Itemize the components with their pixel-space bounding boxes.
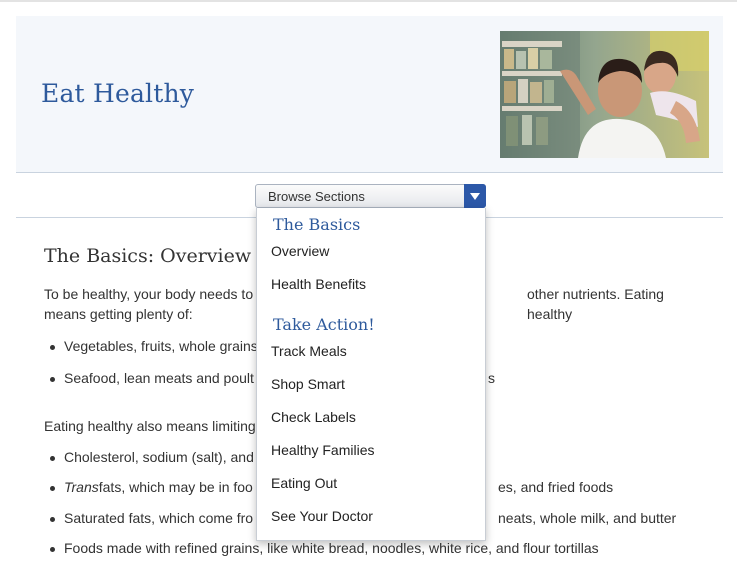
- browse-sections-label: Browse Sections: [268, 189, 365, 204]
- browse-sections-menu: The Basics Overview Health Benefits Take…: [256, 208, 486, 541]
- menu-group-heading: The Basics: [273, 215, 361, 234]
- list-item: Saturated fats, which come fro neats, wh…: [50, 510, 676, 526]
- intro-text-line2: means getting plenty of:: [44, 306, 193, 322]
- menu-item-health-benefits[interactable]: Health Benefits: [271, 276, 366, 292]
- intro-text-start: To be healthy, your body needs to: [44, 286, 254, 302]
- intro-text-end: other nutrients. Eating healthy: [527, 286, 664, 322]
- menu-item-check-labels[interactable]: Check Labels: [271, 409, 356, 425]
- list-item: Seafood, lean meats and poult s: [50, 370, 495, 386]
- menu-item-overview[interactable]: Overview: [271, 243, 329, 259]
- menu-item-see-your-doctor[interactable]: See Your Doctor: [271, 508, 373, 524]
- article-heading: The Basics: Overview: [44, 245, 252, 267]
- hero-photo: [500, 31, 709, 158]
- list-item: Trans fats, which may be in foo es, and …: [50, 479, 613, 495]
- chevron-down-icon[interactable]: [464, 184, 486, 208]
- page-title: Eat Healthy: [41, 79, 195, 108]
- menu-group-heading: Take Action!: [273, 315, 375, 334]
- list-item: Vegetables, fruits, whole grains: [50, 338, 258, 354]
- list-item: Foods made with refined grains, like whi…: [50, 540, 599, 556]
- menu-item-eating-out[interactable]: Eating Out: [271, 475, 337, 491]
- top-rule: [0, 0, 737, 2]
- hero-banner: Eat Healthy: [16, 16, 723, 173]
- menu-item-track-meals[interactable]: Track Meals: [271, 343, 347, 359]
- menu-item-healthy-families[interactable]: Healthy Families: [271, 442, 374, 458]
- browse-sections-select[interactable]: Browse Sections: [255, 184, 486, 208]
- list-item: Cholesterol, sodium (salt), and: [50, 449, 254, 465]
- menu-item-shop-smart[interactable]: Shop Smart: [271, 376, 345, 392]
